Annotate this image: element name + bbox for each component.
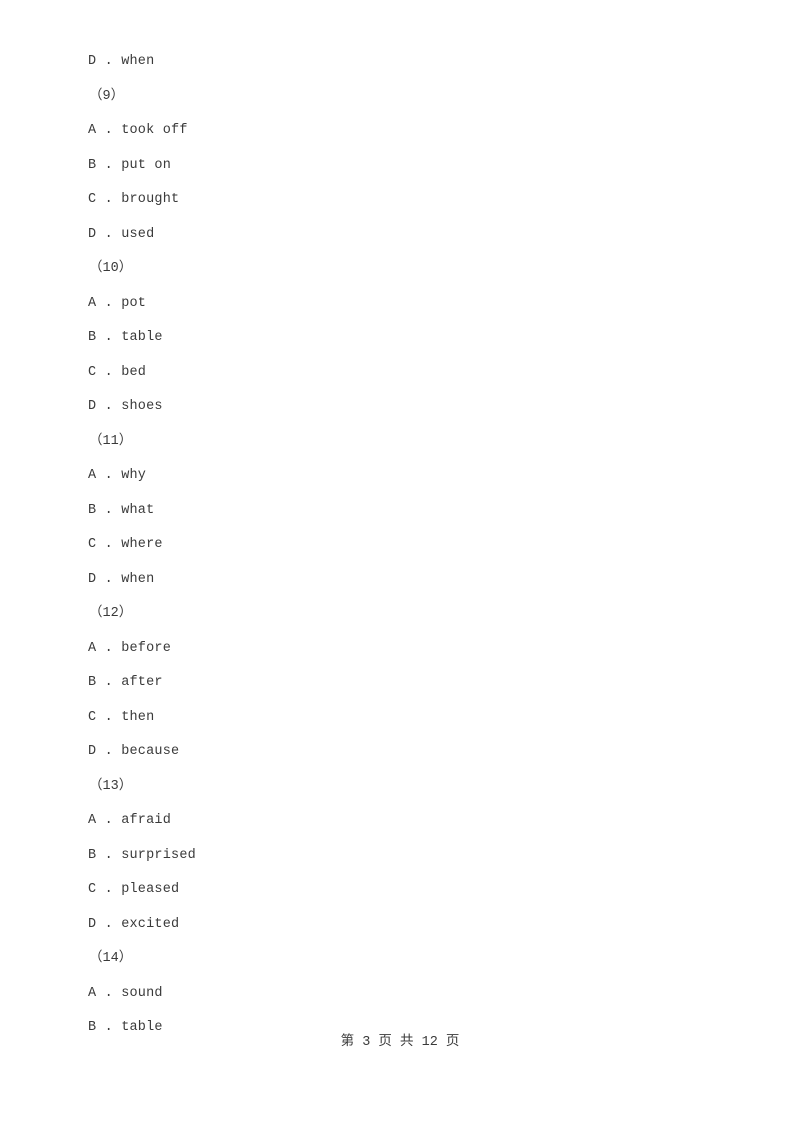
- answer-option: C . bed: [88, 364, 147, 380]
- answer-option: A . why: [88, 468, 147, 483]
- answer-option: D . when: [88, 54, 155, 69]
- answer-option: A . afraid: [88, 813, 172, 828]
- answer-option: B . what: [88, 502, 155, 518]
- answer-option: D . used: [88, 226, 155, 242]
- question-list: D . when （9） A . took off B . put on C . bro…: [0, 45, 800, 1046]
- question-number: （12）: [89, 606, 133, 621]
- question-number: （10）: [89, 261, 133, 276]
- document-page: D . when （9） A . took off B . put on C . bro…: [0, 0, 800, 1132]
- answer-option: B . surprised: [88, 847, 196, 863]
- question-number: （9）: [89, 88, 125, 104]
- question-number: （14）: [89, 951, 133, 966]
- answer-option: C . brought: [88, 192, 180, 207]
- answer-option: D . because: [88, 744, 180, 759]
- answer-option: D . when: [88, 571, 155, 587]
- page-footer: 第 3 页 共 12 页: [340, 1035, 460, 1050]
- question-number: （11）: [89, 433, 133, 449]
- answer-option: D . shoes: [88, 399, 163, 414]
- answer-option: B . table: [88, 330, 163, 345]
- answer-option: C . pleased: [88, 882, 180, 897]
- answer-option: C . where: [88, 537, 163, 552]
- answer-option: A . took off: [88, 123, 188, 138]
- question-number: （13）: [89, 778, 133, 794]
- answer-option: D . excited: [88, 916, 180, 932]
- answer-option: A . sound: [88, 985, 163, 1001]
- answer-option: A . pot: [88, 295, 147, 311]
- answer-option: B . put on: [88, 157, 172, 173]
- answer-option: B . after: [88, 675, 163, 690]
- answer-option: C . then: [88, 709, 155, 725]
- answer-option: A . before: [88, 640, 172, 656]
